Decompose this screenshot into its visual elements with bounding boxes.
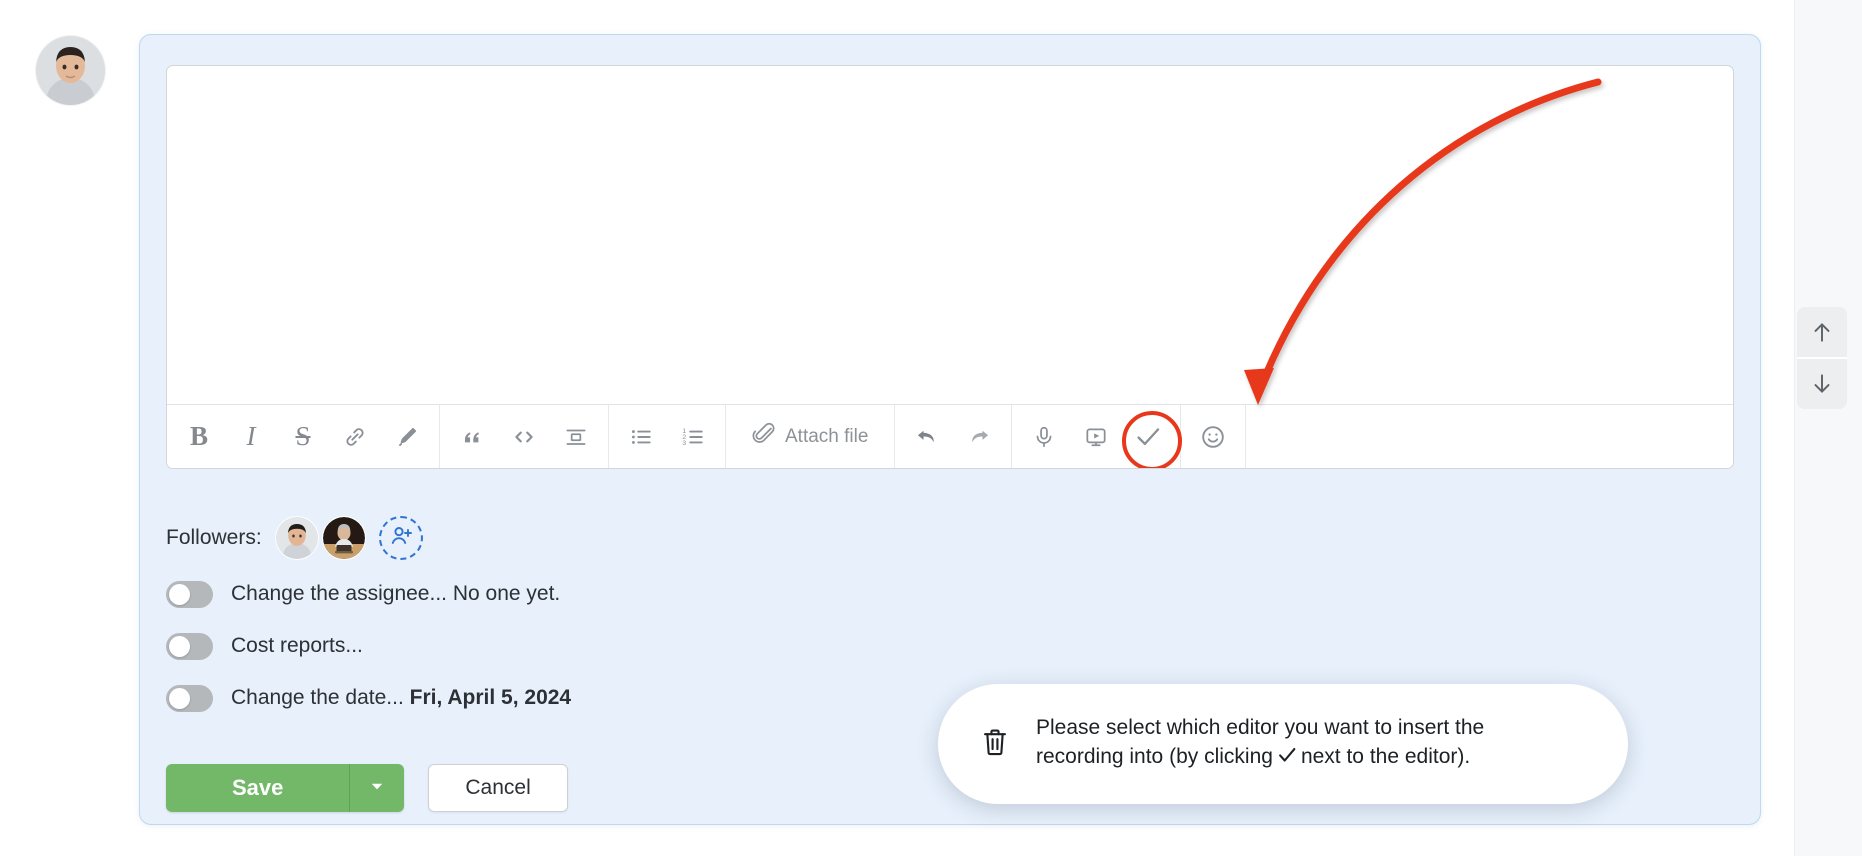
toggle-date[interactable] (166, 684, 213, 712)
right-gutter (1794, 0, 1862, 856)
author-avatar-image (36, 36, 105, 105)
toolbar-group-lists: 1 2 3 (609, 405, 726, 468)
save-button[interactable]: Save (166, 764, 350, 812)
paperclip-icon (752, 422, 776, 451)
strikethrough-icon: S (295, 421, 311, 451)
followers-row: Followers: (166, 516, 423, 560)
code-icon (511, 424, 537, 450)
emoji-smiley-icon (1199, 423, 1227, 451)
toolbar-group-text-format: B I S (167, 405, 440, 468)
undo-icon (914, 424, 940, 450)
toolbar-group-emoji (1181, 405, 1247, 468)
toast-line-2: recording into (by clicking next to the e… (1036, 743, 1484, 775)
blockquote-icon (459, 424, 485, 450)
highlighter-icon (394, 424, 420, 450)
code-button[interactable] (498, 406, 550, 468)
trash-icon[interactable] (978, 725, 1012, 764)
toolbar-group-block-format (440, 405, 609, 468)
blockquote-button[interactable] (446, 406, 498, 468)
attach-file-button[interactable]: Attach file (732, 406, 888, 468)
toolbar-group-history (895, 405, 1013, 468)
microphone-button[interactable] (1018, 406, 1070, 468)
add-follower-button[interactable] (378, 516, 423, 560)
toast-line-1: Please select which editor you want to i… (1036, 715, 1485, 739)
cancel-button[interactable]: Cancel (428, 764, 568, 812)
video-recorder-icon (1083, 424, 1109, 450)
toggle-date-value: Fri, April 5, 2024 (409, 686, 572, 709)
highlighter-button[interactable] (381, 406, 433, 468)
scroll-nav-widget (1797, 307, 1847, 409)
follower-avatar-2-image (322, 517, 365, 559)
bulleted-list-icon (628, 424, 654, 450)
scroll-up-button[interactable] (1797, 307, 1847, 357)
toggle-assignee-label: Change the assignee... No one yet. (231, 582, 561, 605)
actions-row: Save Cancel (166, 764, 568, 812)
strikethrough-button[interactable]: S (277, 406, 329, 468)
toggle-cost-reports[interactable] (166, 632, 213, 660)
link-button[interactable] (329, 406, 381, 468)
toggle-row-cost-reports: Cost reports... (166, 629, 363, 663)
toggle-row-date: Change the date... Fri, April 5, 2024 (166, 681, 571, 715)
bold-icon: B (189, 421, 208, 451)
toggle-row-assignee: Change the assignee... No one yet. (166, 577, 560, 611)
redo-icon (966, 424, 992, 450)
save-button-group: Save (166, 764, 405, 812)
microphone-icon (1031, 424, 1057, 450)
follower-avatar-2[interactable] (322, 517, 365, 559)
arrow-up-icon (1809, 319, 1835, 345)
bulleted-list-button[interactable] (615, 406, 667, 468)
toolbar-group-attach: Attach file (726, 405, 896, 468)
chevron-down-icon (368, 777, 386, 800)
svg-text:3: 3 (682, 440, 686, 447)
bold-button[interactable]: B (173, 406, 225, 468)
add-person-icon (389, 524, 413, 553)
toggle-cost-reports-label: Cost reports... (231, 634, 363, 657)
paragraph-block-icon (563, 424, 589, 450)
editor-box: B I S 1 2 3 Attach file (166, 65, 1734, 469)
follower-avatar-1-image (275, 517, 318, 559)
arrow-down-icon (1809, 371, 1835, 397)
check-icon (1276, 744, 1298, 775)
link-icon (342, 424, 368, 450)
recording-toast-text: Please select which editor you want to i… (1036, 714, 1484, 775)
italic-icon: I (246, 421, 256, 451)
redo-button[interactable] (953, 406, 1005, 468)
follower-avatar-1[interactable] (275, 517, 318, 559)
check-insert-button[interactable] (1122, 406, 1183, 468)
author-avatar[interactable] (36, 36, 105, 105)
recording-toast: Please select which editor you want to i… (938, 684, 1628, 804)
followers-label: Followers: (166, 526, 262, 549)
undo-button[interactable] (901, 406, 953, 468)
numbered-list-icon: 1 2 3 (680, 424, 706, 450)
paragraph-block-button[interactable] (550, 406, 602, 468)
emoji-button[interactable] (1187, 406, 1239, 468)
save-dropdown-button[interactable] (349, 764, 405, 812)
toolbar-group-media (1012, 405, 1183, 468)
scroll-down-button[interactable] (1797, 357, 1847, 409)
video-recorder-button[interactable] (1070, 406, 1122, 468)
editor-toolbar: B I S 1 2 3 Attach file (167, 404, 1733, 468)
check-insert-icon (1133, 422, 1163, 452)
toggle-assignee[interactable] (166, 580, 213, 608)
attach-file-label: Attach file (785, 425, 869, 447)
toggle-date-label: Change the date... Fri, April 5, 2024 (231, 686, 572, 709)
italic-button[interactable]: I (225, 406, 277, 468)
editor-input[interactable] (167, 66, 1733, 404)
numbered-list-button[interactable]: 1 2 3 (667, 406, 719, 468)
